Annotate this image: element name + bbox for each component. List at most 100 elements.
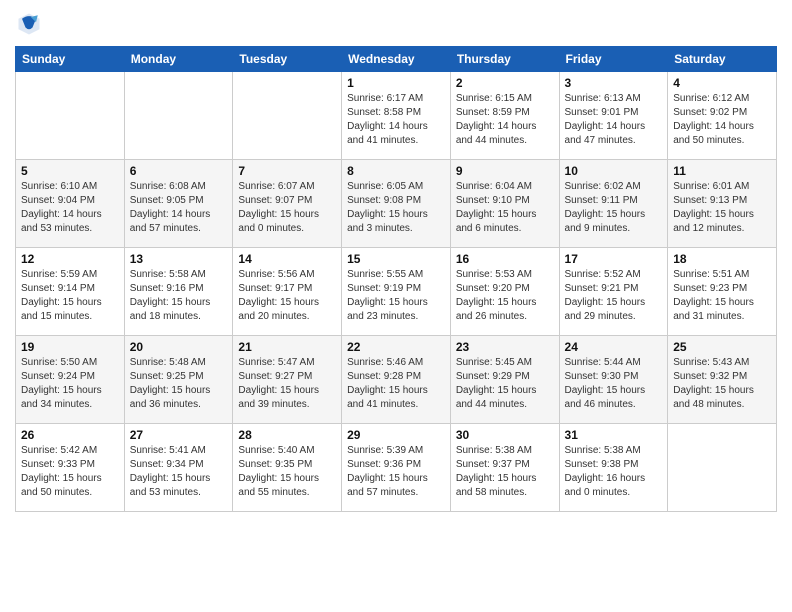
calendar-cell: 17 Sunrise: 5:52 AMSunset: 9:21 PMDayligh… (559, 248, 668, 336)
calendar-cell (124, 72, 233, 160)
day-number: 18 (673, 252, 771, 266)
calendar-cell: 27 Sunrise: 5:41 AMSunset: 9:34 PMDayligh… (124, 424, 233, 512)
day-detail: Sunrise: 6:01 AMSunset: 9:13 PMDaylight:… (673, 180, 771, 236)
day-number: 12 (21, 252, 119, 266)
day-number: 21 (238, 340, 336, 354)
calendar-week-row: 12 Sunrise: 5:59 AMSunset: 9:14 PMDayligh… (16, 248, 777, 336)
calendar-cell: 29Sunrise: 5:39 AMSunset: 9:36 PMDayligh… (342, 424, 451, 512)
calendar-cell: 14 Sunrise: 5:56 AMSunset: 9:17 PMDayligh… (233, 248, 342, 336)
day-detail: Sunrise: 5:39 AMSunset: 9:36 PMDaylight:… (347, 444, 445, 500)
day-number: 13 (130, 252, 228, 266)
calendar-cell (16, 72, 125, 160)
calendar-cell: 2 Sunrise: 6:15 AMSunset: 8:59 PMDaylight… (450, 72, 559, 160)
day-number: 26 (21, 428, 119, 442)
weekday-header-monday: Monday (124, 47, 233, 72)
day-number: 16 (456, 252, 554, 266)
day-number: 10 (565, 164, 663, 178)
day-number: 17 (565, 252, 663, 266)
day-detail: Sunrise: 5:55 AMSunset: 9:19 PMDaylight:… (347, 268, 445, 324)
calendar-cell: 26 Sunrise: 5:42 AMSunset: 9:33 PMDayligh… (16, 424, 125, 512)
day-detail: Sunrise: 6:17 AMSunset: 8:58 PMDaylight:… (347, 92, 445, 148)
day-number: 7 (238, 164, 336, 178)
calendar-cell: 10 Sunrise: 6:02 AMSunset: 9:11 PMDayligh… (559, 160, 668, 248)
calendar-cell: 21 Sunrise: 5:47 AMSunset: 9:27 PMDayligh… (233, 336, 342, 424)
day-detail: Sunrise: 5:48 AMSunset: 9:25 PMDaylight:… (130, 356, 228, 412)
day-number: 27 (130, 428, 228, 442)
weekday-header-saturday: Saturday (668, 47, 777, 72)
calendar-table: SundayMondayTuesdayWednesdayThursdayFrid… (15, 46, 777, 512)
day-detail: Sunrise: 6:07 AMSunset: 9:07 PMDaylight:… (238, 180, 336, 236)
day-detail: Sunrise: 6:04 AMSunset: 9:10 PMDaylight:… (456, 180, 554, 236)
calendar-cell (668, 424, 777, 512)
day-number: 2 (456, 76, 554, 90)
calendar-cell: 5 Sunrise: 6:10 AMSunset: 9:04 PMDaylight… (16, 160, 125, 248)
day-number: 20 (130, 340, 228, 354)
day-detail: Sunrise: 6:10 AMSunset: 9:04 PMDaylight:… (21, 180, 119, 236)
calendar-cell: 18Sunrise: 5:51 AMSunset: 9:23 PMDayligh… (668, 248, 777, 336)
day-number: 14 (238, 252, 336, 266)
day-detail: Sunrise: 5:46 AMSunset: 9:28 PMDaylight:… (347, 356, 445, 412)
calendar-cell: 6 Sunrise: 6:08 AMSunset: 9:05 PMDaylight… (124, 160, 233, 248)
day-detail: Sunrise: 5:41 AMSunset: 9:34 PMDaylight:… (130, 444, 228, 500)
day-number: 1 (347, 76, 445, 90)
calendar-cell: 16Sunrise: 5:53 AMSunset: 9:20 PMDayligh… (450, 248, 559, 336)
day-number: 28 (238, 428, 336, 442)
calendar-cell: 11Sunrise: 6:01 AMSunset: 9:13 PMDayligh… (668, 160, 777, 248)
calendar-cell: 30 Sunrise: 5:38 AMSunset: 9:37 PMDayligh… (450, 424, 559, 512)
day-detail: Sunrise: 5:52 AMSunset: 9:21 PMDaylight:… (565, 268, 663, 324)
calendar-cell: 7 Sunrise: 6:07 AMSunset: 9:07 PMDaylight… (233, 160, 342, 248)
day-number: 24 (565, 340, 663, 354)
day-number: 5 (21, 164, 119, 178)
day-detail: Sunrise: 5:43 AMSunset: 9:32 PMDaylight:… (673, 356, 771, 412)
day-detail: Sunrise: 5:38 AMSunset: 9:37 PMDaylight:… (456, 444, 554, 500)
calendar-cell: 23 Sunrise: 5:45 AMSunset: 9:29 PMDayligh… (450, 336, 559, 424)
day-number: 4 (673, 76, 771, 90)
day-detail: Sunrise: 5:58 AMSunset: 9:16 PMDaylight:… (130, 268, 228, 324)
day-detail: Sunrise: 5:47 AMSunset: 9:27 PMDaylight:… (238, 356, 336, 412)
day-number: 3 (565, 76, 663, 90)
day-detail: Sunrise: 5:56 AMSunset: 9:17 PMDaylight:… (238, 268, 336, 324)
day-detail: Sunrise: 5:38 AMSunset: 9:38 PMDaylight:… (565, 444, 663, 500)
weekday-header-thursday: Thursday (450, 47, 559, 72)
day-detail: Sunrise: 6:02 AMSunset: 9:11 PMDaylight:… (565, 180, 663, 236)
day-detail: Sunrise: 5:50 AMSunset: 9:24 PMDaylight:… (21, 356, 119, 412)
calendar-week-row: 5 Sunrise: 6:10 AMSunset: 9:04 PMDaylight… (16, 160, 777, 248)
day-number: 6 (130, 164, 228, 178)
calendar-cell: 15 Sunrise: 5:55 AMSunset: 9:19 PMDayligh… (342, 248, 451, 336)
day-number: 23 (456, 340, 554, 354)
calendar-cell: 4 Sunrise: 6:12 AMSunset: 9:02 PMDaylight… (668, 72, 777, 160)
day-detail: Sunrise: 5:44 AMSunset: 9:30 PMDaylight:… (565, 356, 663, 412)
day-number: 19 (21, 340, 119, 354)
logo-icon (15, 10, 43, 38)
header (15, 10, 777, 38)
calendar-cell: 25 Sunrise: 5:43 AMSunset: 9:32 PMDayligh… (668, 336, 777, 424)
weekday-header-wednesday: Wednesday (342, 47, 451, 72)
day-detail: Sunrise: 5:42 AMSunset: 9:33 PMDaylight:… (21, 444, 119, 500)
day-detail: Sunrise: 6:15 AMSunset: 8:59 PMDaylight:… (456, 92, 554, 148)
day-detail: Sunrise: 5:59 AMSunset: 9:14 PMDaylight:… (21, 268, 119, 324)
calendar-cell: 8 Sunrise: 6:05 AMSunset: 9:08 PMDaylight… (342, 160, 451, 248)
day-detail: Sunrise: 5:45 AMSunset: 9:29 PMDaylight:… (456, 356, 554, 412)
day-detail: Sunrise: 6:08 AMSunset: 9:05 PMDaylight:… (130, 180, 228, 236)
day-number: 8 (347, 164, 445, 178)
day-number: 15 (347, 252, 445, 266)
day-detail: Sunrise: 5:40 AMSunset: 9:35 PMDaylight:… (238, 444, 336, 500)
logo (15, 10, 47, 38)
calendar-cell: 28 Sunrise: 5:40 AMSunset: 9:35 PMDayligh… (233, 424, 342, 512)
day-detail: Sunrise: 6:05 AMSunset: 9:08 PMDaylight:… (347, 180, 445, 236)
weekday-header-friday: Friday (559, 47, 668, 72)
calendar-cell: 24 Sunrise: 5:44 AMSunset: 9:30 PMDayligh… (559, 336, 668, 424)
calendar-cell: 31Sunrise: 5:38 AMSunset: 9:38 PMDayligh… (559, 424, 668, 512)
weekday-header-tuesday: Tuesday (233, 47, 342, 72)
day-number: 25 (673, 340, 771, 354)
weekday-header-sunday: Sunday (16, 47, 125, 72)
calendar-cell: 12 Sunrise: 5:59 AMSunset: 9:14 PMDayligh… (16, 248, 125, 336)
calendar-cell: 13 Sunrise: 5:58 AMSunset: 9:16 PMDayligh… (124, 248, 233, 336)
day-number: 30 (456, 428, 554, 442)
calendar-cell: 19 Sunrise: 5:50 AMSunset: 9:24 PMDayligh… (16, 336, 125, 424)
calendar-cell: 20 Sunrise: 5:48 AMSunset: 9:25 PMDayligh… (124, 336, 233, 424)
day-detail: Sunrise: 6:12 AMSunset: 9:02 PMDaylight:… (673, 92, 771, 148)
calendar-week-row: 26 Sunrise: 5:42 AMSunset: 9:33 PMDayligh… (16, 424, 777, 512)
weekday-header-row: SundayMondayTuesdayWednesdayThursdayFrid… (16, 47, 777, 72)
calendar-cell: 3Sunrise: 6:13 AMSunset: 9:01 PMDaylight… (559, 72, 668, 160)
